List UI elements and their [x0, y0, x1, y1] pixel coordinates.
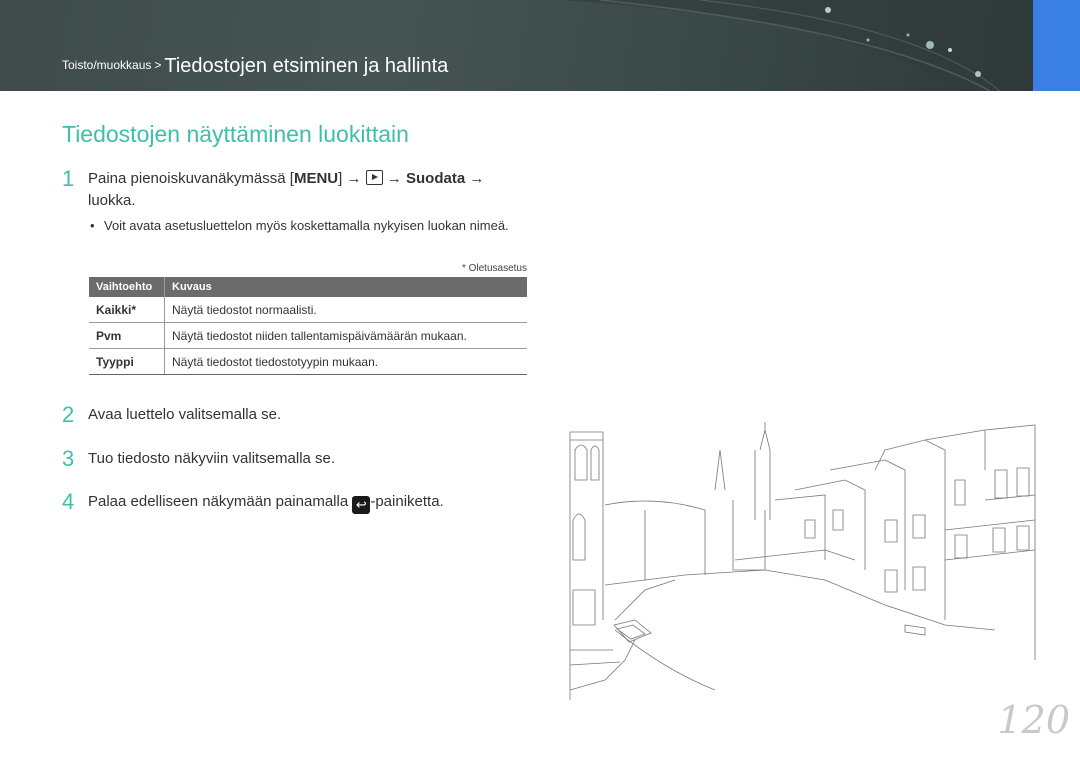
step-text-part: -painiketta.	[370, 493, 444, 510]
play-icon	[365, 170, 383, 185]
step-number: 4	[62, 489, 75, 514]
bullet-symbol: •	[90, 218, 95, 233]
chapter-tab[interactable]	[1033, 0, 1080, 91]
menu-key: MENU	[293, 170, 339, 187]
step-text-part: Palaa edelliseen näkymään painamalla	[88, 493, 353, 510]
option-name: Pvm	[89, 322, 165, 349]
breadcrumb-separator: >	[154, 58, 162, 72]
breadcrumb: Toisto/muokkaus > Tiedostojen etsiminen ja…	[62, 55, 448, 78]
filter-menu-item: Suodata	[405, 170, 466, 187]
page-header: Toisto/muokkaus > Tiedostojen etsiminen ja…	[0, 0, 1080, 91]
step-text-part: ] →	[338, 170, 366, 187]
column-header: Kuvaus	[164, 277, 527, 297]
page-number: 120	[997, 698, 1070, 742]
column-header: Vaihtoehto	[89, 277, 165, 297]
option-description: Näytä tiedostot normaalisti.	[164, 297, 527, 323]
option-description: Näytä tiedostot tiedostotyypin mukaan.	[164, 348, 527, 375]
table-row: Pvm Näytä tiedostot niiden tallentamispä…	[89, 322, 527, 349]
step-text: Paina pienoiskuvanäkymässä [MENU] → → Su…	[88, 168, 518, 212]
options-table: Vaihtoehto Kuvaus Kaikki* Näytä tiedosto…	[89, 277, 527, 375]
table-row: Kaikki* Näytä tiedostot normaalisti.	[89, 297, 527, 323]
option-description: Näytä tiedostot niiden tallentamispäiväm…	[164, 322, 527, 349]
step-text: Palaa edelliseen näkymään painamalla ↩ -p…	[88, 491, 518, 514]
breadcrumb-parent[interactable]: Toisto/muokkaus	[62, 58, 151, 72]
step-number: 2	[62, 402, 75, 427]
step-text: Tuo tiedosto näkyviin valitsemalla se.	[88, 450, 336, 467]
table-row: Tyyppi Näytä tiedostot tiedostotyypin mu…	[89, 348, 527, 375]
option-name: Kaikki*	[89, 297, 165, 323]
bullet-text: Voit avata asetusluettelon myös kosketta…	[104, 218, 509, 233]
step-text: Avaa luettelo valitsemalla se.	[88, 406, 282, 423]
back-icon: ↩	[352, 496, 371, 514]
section-title: Tiedostojen näyttäminen luokittain	[62, 121, 409, 147]
option-name: Tyyppi	[89, 348, 165, 375]
step-text-part: Paina pienoiskuvanäkymässä [	[88, 170, 294, 187]
step-number: 1	[62, 166, 75, 191]
breadcrumb-current: Tiedostojen etsiminen ja hallinta	[164, 55, 449, 77]
step-number: 3	[62, 446, 75, 471]
venice-canal-illustration	[569, 422, 1036, 700]
default-setting-note: * Oletusasetus	[461, 263, 527, 274]
table-header-row: Vaihtoehto Kuvaus	[89, 277, 527, 297]
step-text-part: →	[382, 170, 406, 187]
